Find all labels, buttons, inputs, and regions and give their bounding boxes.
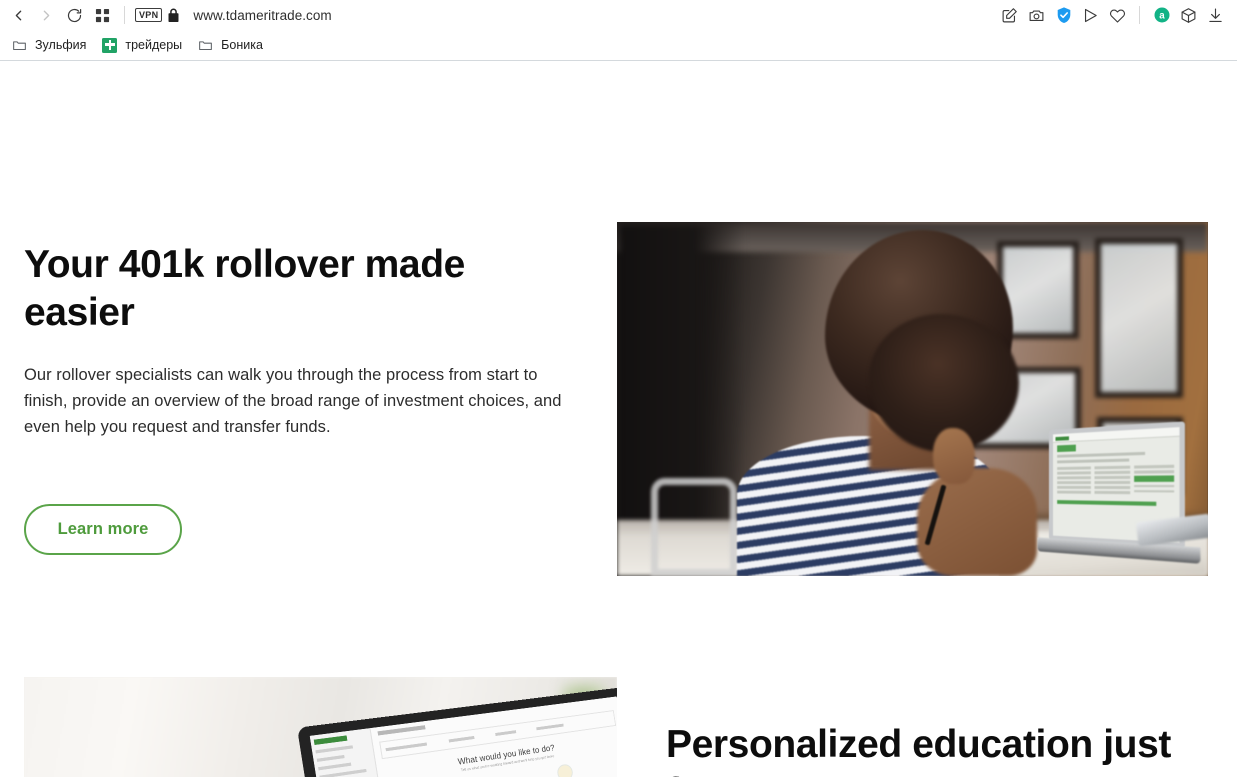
folder-icon <box>11 37 28 54</box>
toolbar-icon-group: a <box>996 2 1229 29</box>
shield-check-icon[interactable] <box>1050 2 1077 29</box>
bookmark-bar: Зульфия трейдеры Боника <box>0 30 1237 61</box>
hero-image <box>617 222 1208 576</box>
browser-toolbar: VPN www.tdameritrade.com a <box>0 0 1237 30</box>
padlock-icon[interactable] <box>162 2 184 28</box>
hero-image-hand <box>933 428 975 484</box>
bookmark-bonika[interactable]: Боника <box>192 33 271 57</box>
svg-text:a: a <box>1159 10 1165 21</box>
bookmark-label: Боника <box>221 38 263 52</box>
toolbar-divider <box>124 6 125 24</box>
picture-frame <box>1095 238 1183 398</box>
page-content: Your 401k rollover made easier Our rollo… <box>0 61 1237 777</box>
bookmark-traders[interactable]: трейдеры <box>96 33 190 57</box>
reload-button[interactable] <box>60 1 88 29</box>
edit-pin-icon[interactable] <box>996 2 1023 29</box>
app-grid-button[interactable] <box>88 1 116 29</box>
download-icon[interactable] <box>1202 2 1229 29</box>
vpn-badge[interactable]: VPN <box>135 8 163 22</box>
google-sheets-icon <box>101 37 118 54</box>
hero-image-chair <box>651 478 737 576</box>
cube-icon[interactable] <box>1175 2 1202 29</box>
bookmark-label: трейдеры <box>125 38 183 52</box>
hero-body-text: Our rollover specialists can walk you th… <box>24 366 562 436</box>
education-title: Personalized education just for you <box>666 723 1171 777</box>
bookmark-label: Зульфия <box>35 38 87 52</box>
heart-icon[interactable] <box>1104 2 1131 29</box>
folder-icon <box>197 37 214 54</box>
send-icon[interactable] <box>1077 2 1104 29</box>
browser-chrome: VPN www.tdameritrade.com a Зульфия трейд… <box>0 0 1237 61</box>
hero-text-block: Your 401k rollover made easier Our rollo… <box>24 241 584 440</box>
back-button[interactable] <box>4 1 32 29</box>
alfa-a-icon[interactable]: a <box>1148 2 1175 29</box>
learn-more-button[interactable]: Learn more <box>24 504 182 555</box>
toolbar-divider-2 <box>1139 6 1140 24</box>
education-image: What would you like to do? Tell us what … <box>24 677 617 777</box>
camera-icon[interactable] <box>1023 2 1050 29</box>
education-text-block: Personalized education just for you <box>666 721 1186 777</box>
hero-title: Your 401k rollover made easier <box>24 243 465 334</box>
url-text[interactable]: www.tdameritrade.com <box>193 8 331 23</box>
forward-button[interactable] <box>32 1 60 29</box>
bookmark-zulfiya[interactable]: Зульфия <box>6 33 94 57</box>
